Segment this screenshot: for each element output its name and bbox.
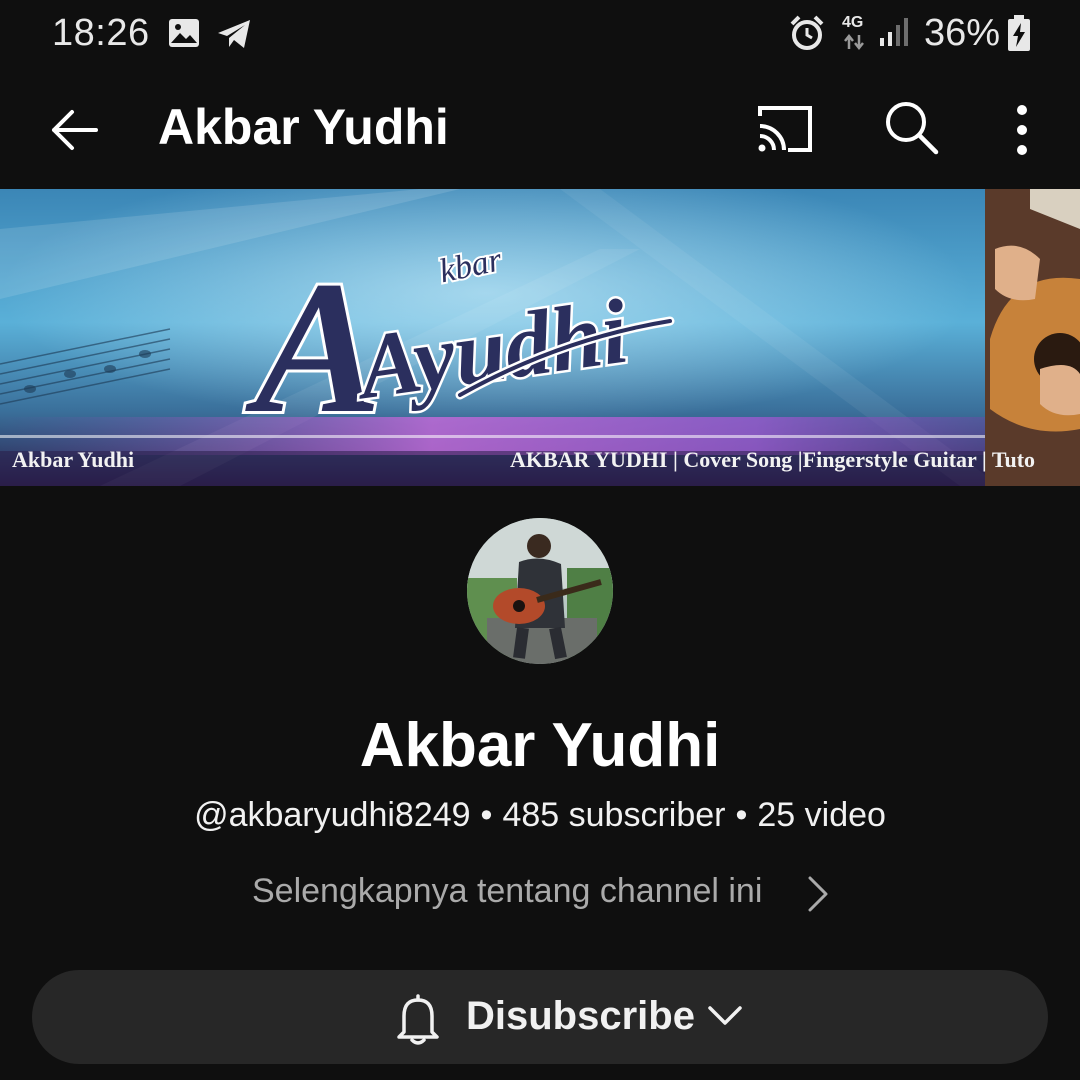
video-count: 25 video [757,796,886,834]
banner-tagline: AKBAR YUDHI | Cover Song |Fingerstyle Gu… [510,447,1036,472]
telegram-icon [218,20,250,48]
avatar[interactable] [467,518,613,664]
network-4g-icon: 4G [840,14,870,54]
subscribe-button-label: Disubscribe [466,994,695,1038]
status-time: 18:26 [52,12,150,54]
app-bar-title: Akbar Yudhi [158,99,449,155]
cast-icon[interactable] [752,100,818,160]
bell-icon [397,994,439,1045]
separator-dot: • [735,796,748,834]
gallery-icon [169,19,199,47]
top-app-bar: Akbar Yudhi [0,72,1080,188]
chevron-right-icon [808,876,828,912]
about-channel-text: Selengkapnya tentang channel ini [252,872,763,910]
signal-icon [880,18,908,46]
channel-banner: A kbar Ayudhi Akbar Yudhi AKBAR YUDHI | … [0,189,1080,486]
subscriber-count: 485 subscriber [502,796,726,834]
search-icon[interactable] [880,96,944,160]
more-vert-icon[interactable] [1000,100,1044,160]
separator-dot: • [480,796,493,834]
status-bar: 18:26 4G 36% [0,0,1080,72]
avatar-image [467,518,613,664]
subscribe-button[interactable]: Disubscribe [32,970,1048,1064]
channel-name: Akbar Yudhi [359,711,721,780]
channel-handle: @akbaryudhi8249 [194,796,471,834]
network-label: 4G [842,14,864,31]
back-arrow-icon[interactable] [46,100,106,160]
chevron-down-icon [708,1006,742,1025]
battery-charging-icon [1008,15,1030,51]
about-channel-link[interactable]: Selengkapnya tentang channel ini [250,870,840,920]
banner-artwork: A kbar Ayudhi [0,189,1080,486]
battery-percent: 36% [924,12,1001,54]
alarm-icon [790,15,824,50]
channel-meta: @akbaryudhi8249 • 485 subscriber • 25 video [0,796,1080,835]
banner-name-text: Akbar Yudhi [12,447,135,472]
